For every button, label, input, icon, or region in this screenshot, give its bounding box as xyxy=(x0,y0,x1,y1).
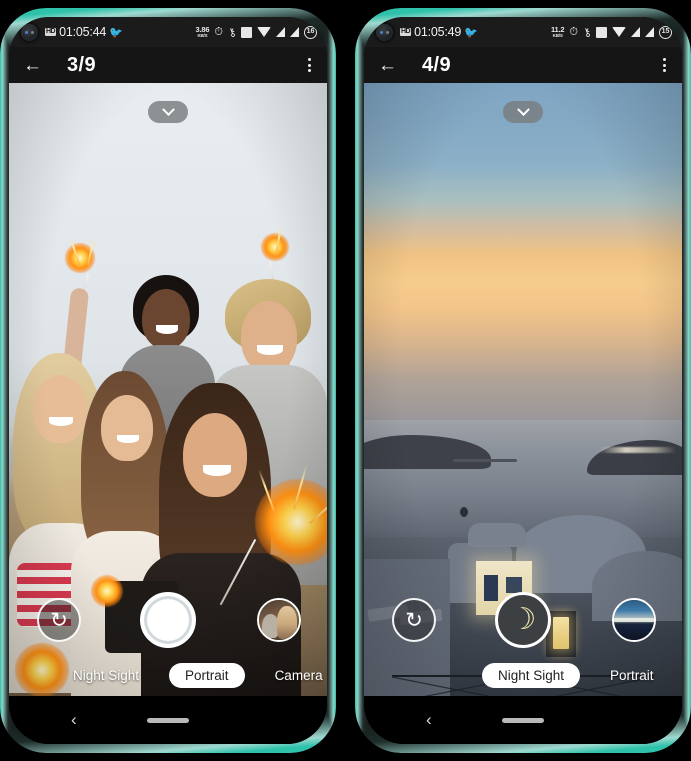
key-icon: ⚷ xyxy=(226,25,238,40)
page-title: 3/9 xyxy=(67,53,97,76)
camera-mode-list: Night Sight Portrait Camera Video xyxy=(61,662,327,688)
front-camera-punch-hole xyxy=(376,23,393,41)
qr-badge-icon xyxy=(596,26,607,38)
camera-mode-selector[interactable]: Night Sight Portrait Camera Video xyxy=(364,660,682,690)
signal-icon xyxy=(276,27,285,37)
switch-camera-button[interactable]: ↻ xyxy=(37,598,81,642)
collapse-panel-button[interactable] xyxy=(148,101,188,123)
switch-camera-button[interactable]: ↻ xyxy=(392,598,436,642)
app-bar: ← 4/9 xyxy=(364,47,682,83)
chevron-down-icon xyxy=(161,102,175,116)
network-speed-indicator: 3.86 KB/S xyxy=(196,26,210,38)
navigation-bar: ‹ xyxy=(364,696,682,744)
signal-icon-2 xyxy=(645,27,654,37)
camera-mode-list: Night Sight Portrait Camera Video xyxy=(482,662,682,688)
front-camera-punch-hole xyxy=(21,23,38,41)
network-speed-unit: KB/S xyxy=(552,32,563,38)
page-title: 4/9 xyxy=(422,53,452,76)
status-bar-left: HD 01:05:44 🐦 xyxy=(45,25,123,39)
camera-mode-night-sight[interactable]: Night Sight xyxy=(61,663,151,688)
chevron-down-icon xyxy=(516,102,530,116)
status-bar: HD 01:05:49 🐦 11.2 KB/S ⏱ ⚷ 15 xyxy=(364,17,682,47)
status-bar-left: HD 01:05:49 🐦 xyxy=(400,25,478,39)
navigation-bar: ‹ xyxy=(9,696,327,744)
qr-badge-icon xyxy=(241,26,252,38)
switch-camera-icon: ↻ xyxy=(50,608,68,632)
phone-left: HD 01:05:44 🐦 3.86 KB/S ⏱ ⚷ 16 ← 3/9 ↻ N… xyxy=(0,8,336,753)
shutter-button[interactable] xyxy=(140,592,196,648)
viewfinder[interactable]: ↻ Night Sight Portrait Camera Video xyxy=(9,83,327,696)
bird-icon: 🐦 xyxy=(109,26,123,39)
bird-icon: 🐦 xyxy=(464,26,478,39)
thumbnail-image xyxy=(614,600,654,640)
home-indicator[interactable] xyxy=(147,717,189,723)
key-icon: ⚷ xyxy=(581,25,593,40)
last-photo-thumbnail[interactable] xyxy=(257,598,301,642)
more-options-icon[interactable] xyxy=(304,55,315,75)
hd-badge-icon: HD xyxy=(45,28,57,36)
status-bar-right: 11.2 KB/S ⏱ ⚷ 15 xyxy=(551,25,672,40)
more-options-icon[interactable] xyxy=(659,55,670,75)
network-speed-indicator: 11.2 KB/S xyxy=(551,26,565,38)
network-speed-unit: KB/S xyxy=(197,32,208,38)
camera-mode-portrait[interactable]: Portrait xyxy=(598,663,666,688)
status-bar-right: 3.86 KB/S ⏱ ⚷ 16 xyxy=(196,25,317,40)
thumbnail-image xyxy=(259,600,299,640)
app-bar: ← 3/9 xyxy=(9,47,327,83)
signal-icon xyxy=(631,27,640,37)
alarm-icon: ⏱ xyxy=(569,25,578,38)
back-arrow-icon[interactable]: ← xyxy=(23,56,47,75)
switch-camera-icon: ↻ xyxy=(405,608,423,632)
phone-right-screen: HD 01:05:49 🐦 11.2 KB/S ⏱ ⚷ 15 ← 4/9 ↻ ☽… xyxy=(364,17,682,744)
camera-mode-night-sight[interactable]: Night Sight xyxy=(482,662,581,688)
camera-mode-camera[interactable]: Camera xyxy=(263,663,327,688)
phone-left-screen: HD 01:05:44 🐦 3.86 KB/S ⏱ ⚷ 16 ← 3/9 ↻ N… xyxy=(9,17,327,744)
nav-back-icon[interactable]: ‹ xyxy=(426,710,432,730)
status-clock: 01:05:49 xyxy=(414,25,462,39)
hd-badge-icon: HD xyxy=(400,28,412,36)
signal-icon-2 xyxy=(290,27,299,37)
back-arrow-icon[interactable]: ← xyxy=(378,56,402,75)
battery-icon: 16 xyxy=(304,25,317,39)
battery-icon: 15 xyxy=(659,25,672,39)
phone-right: HD 01:05:49 🐦 11.2 KB/S ⏱ ⚷ 15 ← 4/9 ↻ ☽… xyxy=(355,8,691,753)
screenshot-root: HD 01:05:44 🐦 3.86 KB/S ⏱ ⚷ 16 ← 3/9 ↻ N… xyxy=(0,0,691,761)
status-bar: HD 01:05:44 🐦 3.86 KB/S ⏱ ⚷ 16 xyxy=(9,17,327,47)
status-clock: 01:05:44 xyxy=(59,25,107,39)
alarm-icon: ⏱ xyxy=(214,25,223,38)
nav-back-icon[interactable]: ‹ xyxy=(71,710,77,730)
home-indicator[interactable] xyxy=(502,717,544,723)
last-photo-thumbnail[interactable] xyxy=(612,598,656,642)
wifi-icon xyxy=(257,27,271,37)
collapse-panel-button[interactable] xyxy=(503,101,543,123)
viewfinder[interactable]: ↻ ☽ Night Sight Portrait Camera Video xyxy=(364,83,682,696)
moon-icon: ☽ xyxy=(509,603,537,636)
camera-controls: ↻ ☽ xyxy=(364,590,682,650)
camera-mode-portrait[interactable]: Portrait xyxy=(169,662,245,688)
shutter-button[interactable]: ☽ xyxy=(495,592,551,648)
camera-mode-selector[interactable]: Night Sight Portrait Camera Video xyxy=(9,660,327,690)
camera-controls: ↻ xyxy=(9,590,327,650)
wifi-icon xyxy=(612,27,626,37)
